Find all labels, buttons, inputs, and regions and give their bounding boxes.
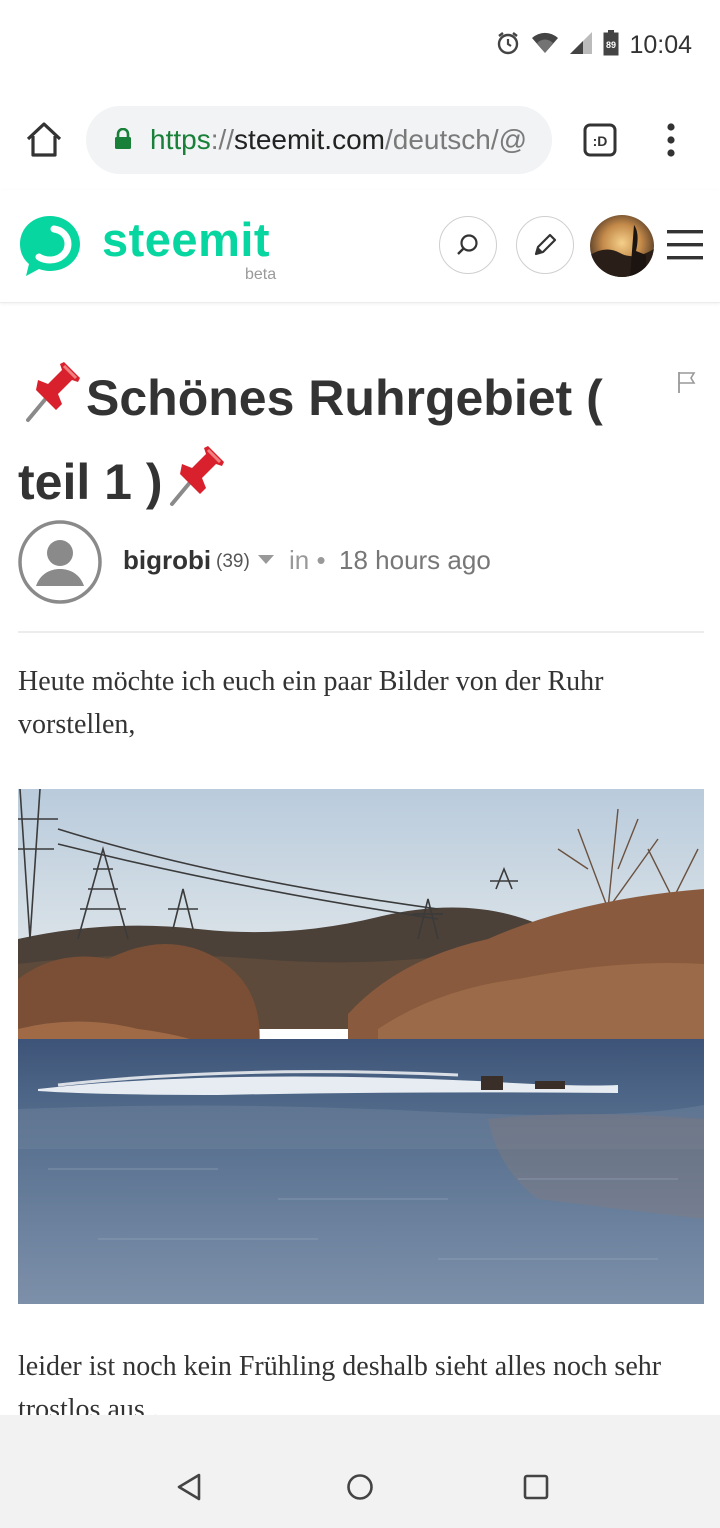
hamburger-icon[interactable]: [667, 230, 703, 265]
status-bar: 89 10:04: [0, 0, 720, 90]
post-image: [18, 789, 704, 1304]
recents-icon[interactable]: [522, 1473, 550, 1506]
search-button[interactable]: [439, 216, 497, 274]
write-post-button[interactable]: [516, 216, 574, 274]
battery-level: 89: [606, 40, 616, 50]
pushpin-icon: [18, 360, 86, 444]
url-text: https://steemit.com/deutsch/@: [150, 124, 527, 156]
author-reputation: (39): [216, 551, 250, 572]
home-circle-icon[interactable]: [346, 1473, 374, 1506]
tabs-icon[interactable]: :D: [583, 123, 617, 162]
author-name[interactable]: bigrobi: [123, 545, 211, 576]
signal-icon: [569, 31, 593, 60]
user-avatar[interactable]: [590, 215, 654, 277]
logo-text[interactable]: steemit: [102, 212, 270, 267]
url-host: steemit.com: [234, 124, 385, 155]
author-avatar-icon[interactable]: [18, 520, 102, 604]
address-bar[interactable]: https://steemit.com/deutsch/@: [86, 106, 552, 174]
post-paragraph: Heute möchte ich euch ein paar Bilder vo…: [18, 666, 604, 740]
alarm-icon: [495, 30, 521, 61]
pushpin-icon: [162, 444, 230, 528]
url-separator: ://: [210, 124, 235, 155]
status-icons: 89 10:04: [495, 30, 692, 61]
overflow-menu-icon[interactable]: [664, 122, 678, 163]
divider: [18, 631, 704, 633]
battery-icon: 89: [603, 30, 619, 61]
steemit-logo-icon[interactable]: [16, 212, 84, 285]
status-time: 10:04: [629, 31, 692, 59]
url-scheme: https: [150, 124, 211, 155]
post-title-text: Schönes Ruhrgebiet ( teil 1 ): [18, 370, 603, 511]
browser-toolbar: https://steemit.com/deutsch/@ :D: [0, 90, 720, 191]
logo-beta: beta: [245, 266, 277, 283]
tabs-label: :D: [593, 133, 608, 149]
search-icon: [457, 234, 478, 255]
pencil-icon: [534, 233, 557, 256]
url-path: /deutsch/@: [384, 124, 528, 155]
post-title: Schönes Ruhrgebiet ( teil 1 ): [18, 360, 638, 528]
lock-icon: [114, 127, 132, 155]
category-label: in •: [289, 545, 326, 575]
post-time[interactable]: 18 hours ago: [339, 545, 491, 576]
back-icon[interactable]: [176, 1473, 202, 1506]
site-header: steemit beta: [0, 190, 720, 303]
system-nav-bar: [0, 1415, 720, 1528]
home-icon[interactable]: [22, 118, 66, 162]
author-row: bigrobi (39) in • 18 hours ago: [18, 518, 708, 606]
caret-down-icon[interactable]: [257, 552, 275, 570]
flag-icon[interactable]: [676, 370, 698, 399]
wifi-icon: [531, 31, 559, 60]
